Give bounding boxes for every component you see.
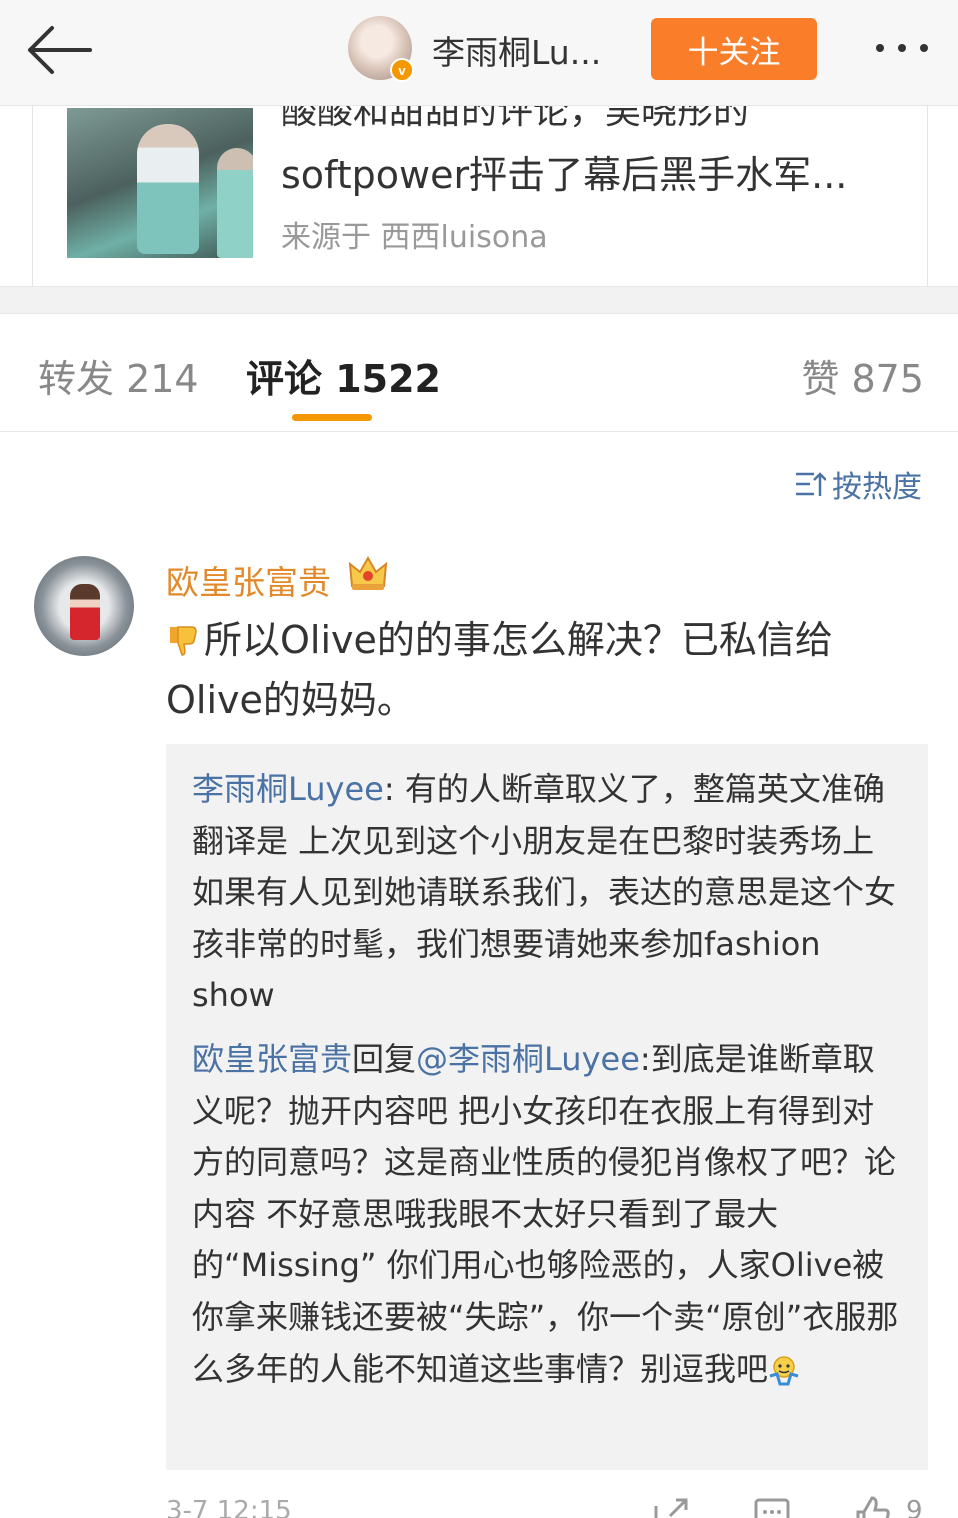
like-count: 9 bbox=[906, 1496, 923, 1518]
sort-icon bbox=[796, 472, 826, 496]
reply-word: 回复 bbox=[352, 1040, 417, 1078]
more-options-button[interactable] bbox=[862, 28, 942, 68]
tab-likes[interactable]: 赞 875 bbox=[801, 348, 924, 403]
reply-text: :到底是谁断章取义呢？抛开内容吧 把小女孩印在衣服上有得到对方的同意吗？这是商业… bbox=[192, 1040, 899, 1388]
replies-box[interactable]: 李雨桐Luyee: 有的人断章取义了，整篇英文准确翻译是 上次见到这个小朋友是在… bbox=[166, 744, 928, 1470]
shared-post-source: 来源于 西西luisona bbox=[281, 220, 548, 255]
back-arrow-icon bbox=[28, 26, 92, 74]
like-icon[interactable] bbox=[852, 1494, 892, 1518]
verified-badge-icon: v bbox=[390, 58, 414, 82]
tab-comments[interactable]: 评论 1522 bbox=[246, 348, 441, 403]
reply-item: 欧皇张富贵回复@李雨桐Luyee:到底是谁断章取义呢？抛开内容吧 把小女孩印在衣… bbox=[192, 1034, 904, 1395]
shrug-emoji-icon bbox=[769, 1355, 799, 1386]
shared-post-title-line2: softpower抨击了幕后黑手水军... bbox=[281, 153, 848, 197]
comment-text-line1: 所以Olive的的事怎么解决？已私信给 bbox=[204, 618, 833, 662]
share-icon[interactable] bbox=[650, 1494, 690, 1518]
reply-mention-link[interactable]: @李雨桐Luyee bbox=[416, 1040, 640, 1078]
dot-icon bbox=[920, 44, 928, 52]
reply-author-link[interactable]: 欧皇张富贵 bbox=[192, 1040, 352, 1078]
dot-icon bbox=[898, 44, 906, 52]
comment-text: 所以Olive的的事怎么解决？已私信给 Olive的妈妈。 bbox=[166, 610, 906, 730]
dot-icon bbox=[876, 44, 884, 52]
back-button[interactable] bbox=[22, 18, 96, 82]
shared-post-thumbnail bbox=[67, 108, 253, 258]
comment-icon[interactable] bbox=[752, 1494, 792, 1518]
section-divider bbox=[0, 286, 958, 314]
commenter-name[interactable]: 欧皇张富贵 bbox=[166, 556, 331, 604]
top-nav-bar: v 李雨桐Lu... 十关注 bbox=[0, 0, 958, 106]
comment-time: 3-7 12:15 bbox=[166, 1496, 292, 1518]
follow-button[interactable]: 十关注 bbox=[651, 18, 817, 80]
active-tab-indicator bbox=[292, 414, 372, 421]
comment-text-line2: Olive的妈妈。 bbox=[166, 678, 415, 722]
sort-label: 按热度 bbox=[832, 470, 922, 505]
crown-badge-icon bbox=[348, 556, 388, 590]
author-name[interactable]: 李雨桐Lu... bbox=[432, 26, 601, 74]
commenter-avatar[interactable] bbox=[34, 556, 134, 656]
reply-author-link[interactable]: 李雨桐Luyee bbox=[192, 770, 384, 808]
sort-by-hot-button[interactable]: 按热度 bbox=[794, 462, 922, 506]
post-tabs: 转发 214 评论 1522 赞 875 bbox=[0, 314, 958, 432]
tab-repost[interactable]: 转发 214 bbox=[38, 348, 199, 403]
reply-item: 李雨桐Luyee: 有的人断章取义了，整篇英文准确翻译是 上次见到这个小朋友是在… bbox=[192, 764, 904, 1022]
shared-post-card[interactable]: 酸酸和甜甜的评论，吴晓彤的 softpower抨击了幕后黑手水军... 来源于 … bbox=[32, 96, 928, 286]
thumbs-down-emoji-icon bbox=[170, 626, 197, 656]
